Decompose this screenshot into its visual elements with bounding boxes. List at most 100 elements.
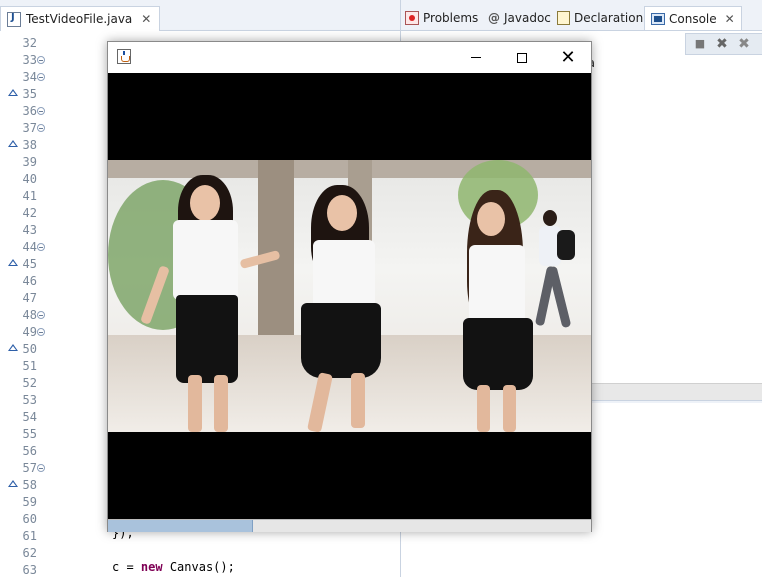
line-number-row: 58 — [0, 477, 50, 494]
line-number-row: 34 — [0, 69, 50, 86]
remove-launch-icon[interactable]: ✖ — [714, 36, 730, 52]
override-marker-icon[interactable] — [8, 259, 18, 266]
line-number: 55 — [22, 427, 37, 441]
line-number-row: 47 — [0, 290, 50, 307]
override-marker-icon[interactable] — [8, 480, 18, 487]
line-number: 47 — [22, 291, 37, 305]
leg — [547, 265, 572, 329]
views-tab-bar: Problems @ Javadoc Declaration Console ✕ — [401, 0, 762, 31]
maximize-button[interactable] — [499, 42, 545, 73]
tab-console[interactable]: Console ✕ — [644, 6, 742, 30]
line-number-row: 53 — [0, 392, 50, 409]
video-player-window[interactable]: ✕ — [107, 41, 592, 532]
code-text: Canvas(); — [162, 560, 235, 574]
console-toolbar: ■ ✖ ✖ — [685, 33, 762, 55]
line-number-row: 42 — [0, 205, 50, 222]
tab-declaration[interactable]: Declaration — [557, 6, 643, 30]
line-number: 56 — [22, 444, 37, 458]
fold-toggle-icon[interactable] — [37, 73, 45, 81]
backpack — [557, 230, 575, 260]
shirt — [469, 245, 525, 325]
tab-declaration-label: Declaration — [574, 11, 644, 25]
fold-toggle-icon[interactable] — [37, 464, 45, 472]
line-number-row: 54 — [0, 409, 50, 426]
line-number-row: 43 — [0, 222, 50, 239]
playback-progress-bar[interactable] — [108, 519, 591, 532]
line-number-row: 46 — [0, 273, 50, 290]
minimize-button[interactable] — [453, 42, 499, 73]
leg — [214, 375, 228, 432]
line-number-row: 33 — [0, 52, 50, 69]
head — [543, 210, 557, 226]
person-background — [533, 210, 578, 340]
person-middle — [293, 185, 393, 432]
line-number-row: 57 — [0, 460, 50, 477]
line-number: 48 — [22, 308, 37, 322]
line-number-row: 37 — [0, 120, 50, 137]
line-number: 37 — [22, 121, 37, 135]
line-number: 63 — [22, 563, 37, 577]
code-line-63: c = new Canvas(); — [112, 559, 235, 576]
java-file-icon — [7, 11, 21, 27]
tab-javadoc-label: Javadoc — [504, 11, 551, 25]
line-number: 45 — [22, 257, 37, 271]
fold-toggle-icon[interactable] — [37, 124, 45, 132]
face — [477, 202, 505, 236]
line-number-gutter: 32 33 34 35 36 37 38 39 40 41 42 43 44 45 46 47 48 49 50 51… — [0, 31, 50, 577]
line-number-row: 35 — [0, 86, 50, 103]
tab-javadoc[interactable]: @ Javadoc — [488, 6, 551, 30]
close-console-icon[interactable]: ✕ — [725, 12, 735, 26]
keyword-new: new — [140, 560, 163, 574]
fold-toggle-icon[interactable] — [37, 56, 45, 64]
line-number-row: 48 — [0, 307, 50, 324]
line-number: 46 — [22, 274, 37, 288]
problems-icon — [405, 11, 419, 25]
override-marker-icon[interactable] — [8, 140, 18, 147]
leg — [351, 373, 365, 428]
line-number: 58 — [22, 478, 37, 492]
face — [190, 185, 220, 221]
fold-toggle-icon[interactable] — [37, 243, 45, 251]
close-tab-icon[interactable]: ✕ — [141, 12, 151, 26]
line-number-row: 41 — [0, 188, 50, 205]
line-number-row: 44 — [0, 239, 50, 256]
at-icon: @ — [488, 11, 500, 25]
playback-progress-fill — [108, 520, 253, 532]
leg — [477, 385, 490, 432]
line-number-row: 49 — [0, 324, 50, 341]
line-number-row: 52 — [0, 375, 50, 392]
line-number-row: 45 — [0, 256, 50, 273]
line-number: 40 — [22, 172, 37, 186]
tab-problems[interactable]: Problems — [405, 6, 478, 30]
maximize-icon — [517, 52, 527, 63]
terminate-icon[interactable]: ■ — [692, 36, 708, 52]
code-text: c = — [112, 560, 141, 574]
line-number-row: 40 — [0, 171, 50, 188]
line-number: 32 — [22, 36, 37, 50]
fold-toggle-icon[interactable] — [37, 107, 45, 115]
line-number: 38 — [22, 138, 37, 152]
remove-all-launches-icon[interactable]: ✖ — [736, 36, 752, 52]
line-number: 35 — [22, 87, 37, 101]
line-number-row: 60 — [0, 511, 50, 528]
line-number: 43 — [22, 223, 37, 237]
line-number-row: 39 — [0, 154, 50, 171]
line-number: 60 — [22, 512, 37, 526]
line-number: 59 — [22, 495, 37, 509]
window-titlebar[interactable]: ✕ — [108, 42, 591, 73]
java-cup-icon — [117, 49, 131, 64]
override-marker-icon[interactable] — [8, 89, 18, 96]
line-number: 62 — [22, 546, 37, 560]
fold-toggle-icon[interactable] — [37, 311, 45, 319]
editor-tab-testvideofile[interactable]: TestVideoFile.java ✕ — [0, 6, 161, 31]
leg — [188, 375, 202, 432]
line-number: 34 — [22, 70, 37, 84]
line-number-row: 61 — [0, 528, 50, 545]
line-number: 51 — [22, 359, 37, 373]
fold-toggle-icon[interactable] — [37, 328, 45, 336]
close-button[interactable]: ✕ — [545, 42, 591, 73]
override-marker-icon[interactable] — [8, 344, 18, 351]
close-icon: ✕ — [560, 46, 576, 68]
line-number: 53 — [22, 393, 37, 407]
line-number-row: 32 — [0, 35, 50, 52]
